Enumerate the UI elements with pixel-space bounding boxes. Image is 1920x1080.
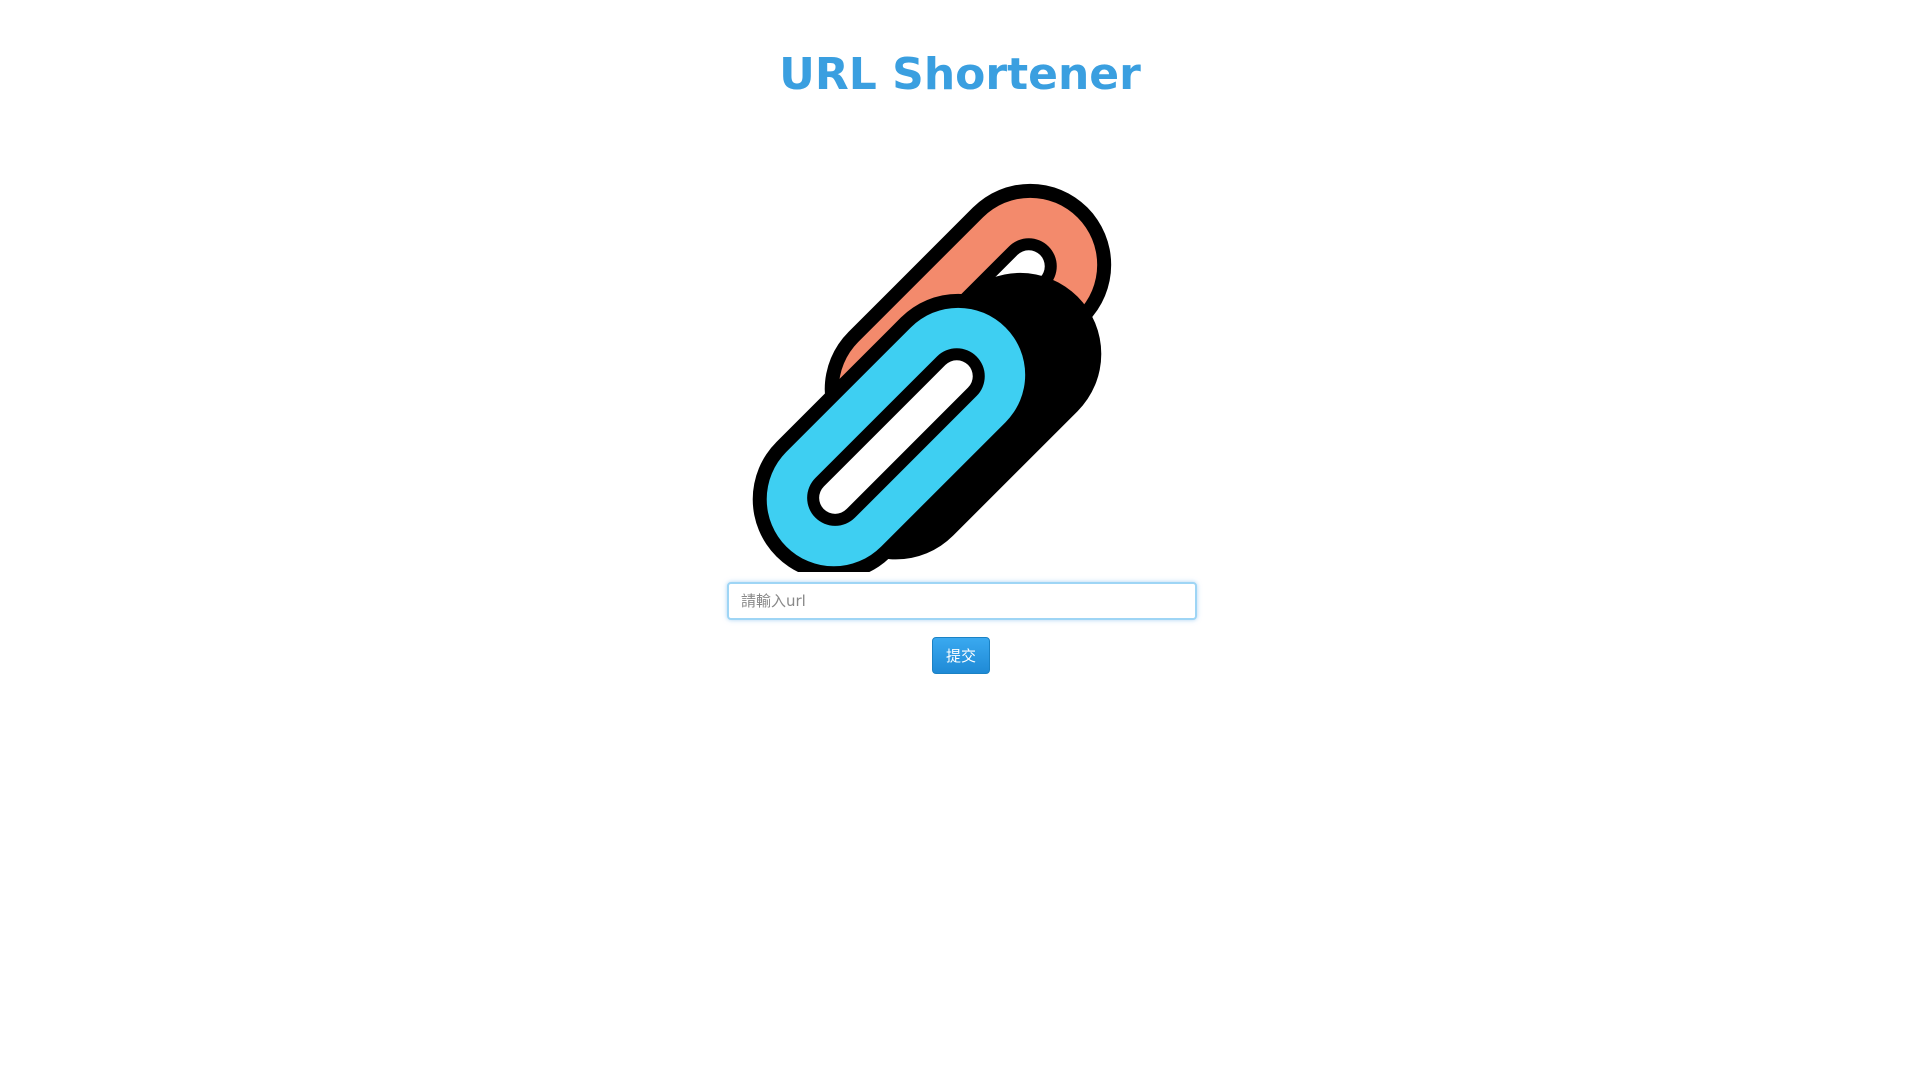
url-input[interactable] bbox=[727, 582, 1197, 620]
page: URL Shortener 請輸入url 提交 bbox=[0, 0, 1920, 1080]
chain-link-icon bbox=[752, 183, 1112, 572]
submit-button[interactable]: 提交 bbox=[932, 637, 990, 674]
chain-link-logo bbox=[723, 92, 1203, 572]
